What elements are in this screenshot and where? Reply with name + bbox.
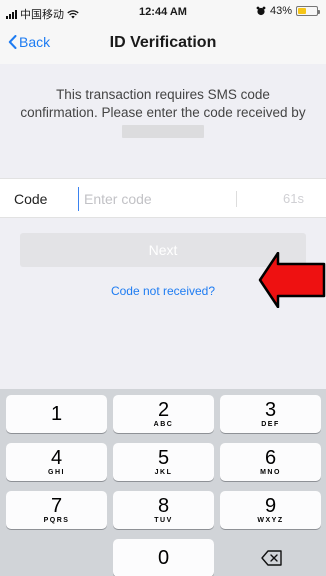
resend-timer[interactable]: 61s: [283, 191, 304, 206]
status-bar: 中国移动 12:44 AM 43%: [0, 0, 326, 24]
key-digit: 5: [157, 447, 170, 469]
alarm-icon: [256, 6, 266, 16]
key-letters: MNO: [260, 469, 281, 476]
page-title: ID Verification: [109, 34, 217, 51]
key-letters: WXYZ: [257, 517, 284, 524]
key-letters: GHI: [48, 469, 65, 476]
code-input[interactable]: [78, 187, 218, 211]
key-4[interactable]: 4 GHI: [6, 443, 107, 481]
key-1[interactable]: 1: [6, 395, 107, 433]
key-letters: DEF: [261, 421, 280, 428]
key-digit: 7: [50, 495, 63, 517]
key-2[interactable]: 2 ABC: [113, 395, 214, 433]
key-6[interactable]: 6 MNO: [220, 443, 321, 481]
key-5[interactable]: 5 JKL: [113, 443, 214, 481]
message-text: This transaction requires SMS code confi…: [20, 87, 306, 120]
battery-percent: 43%: [269, 5, 292, 17]
key-letters: JKL: [154, 469, 173, 476]
key-8[interactable]: 8 TUV: [113, 491, 214, 529]
key-digit: 6: [264, 447, 277, 469]
nav-bar: Back ID Verification: [0, 24, 326, 64]
red-arrow-annotation: [258, 252, 326, 308]
key-9[interactable]: 9 WXYZ: [220, 491, 321, 529]
battery-level: [298, 8, 306, 14]
key-3[interactable]: 3 DEF: [220, 395, 321, 433]
key-digit: 9: [264, 495, 277, 517]
verification-message: This transaction requires SMS code confi…: [20, 86, 306, 140]
code-label: Code: [14, 191, 48, 207]
masked-phone-number: [122, 124, 204, 138]
numeric-keypad: 1 2 ABC 3 DEF 4 GHI 5 JKL 6 MNO 7 PQRS 8…: [0, 389, 326, 576]
key-7[interactable]: 7 PQRS: [6, 491, 107, 529]
key-digit: 2: [157, 399, 170, 421]
key-digit: 4: [50, 447, 63, 469]
status-right: 43%: [256, 5, 320, 17]
key-digit: 3: [264, 399, 277, 421]
delete-key[interactable]: [220, 539, 321, 576]
key-letters: PQRS: [43, 517, 70, 524]
battery-icon: [296, 6, 320, 16]
code-divider: [236, 191, 237, 207]
key-digit: 0: [157, 547, 170, 569]
key-letters: TUV: [154, 517, 173, 524]
key-letters: ABC: [153, 421, 174, 428]
key-0[interactable]: 0: [113, 539, 214, 576]
key-digit: 1: [50, 403, 63, 425]
code-row: Code 61s: [0, 178, 326, 218]
backspace-icon: [261, 550, 282, 566]
key-digit: 8: [157, 495, 170, 517]
